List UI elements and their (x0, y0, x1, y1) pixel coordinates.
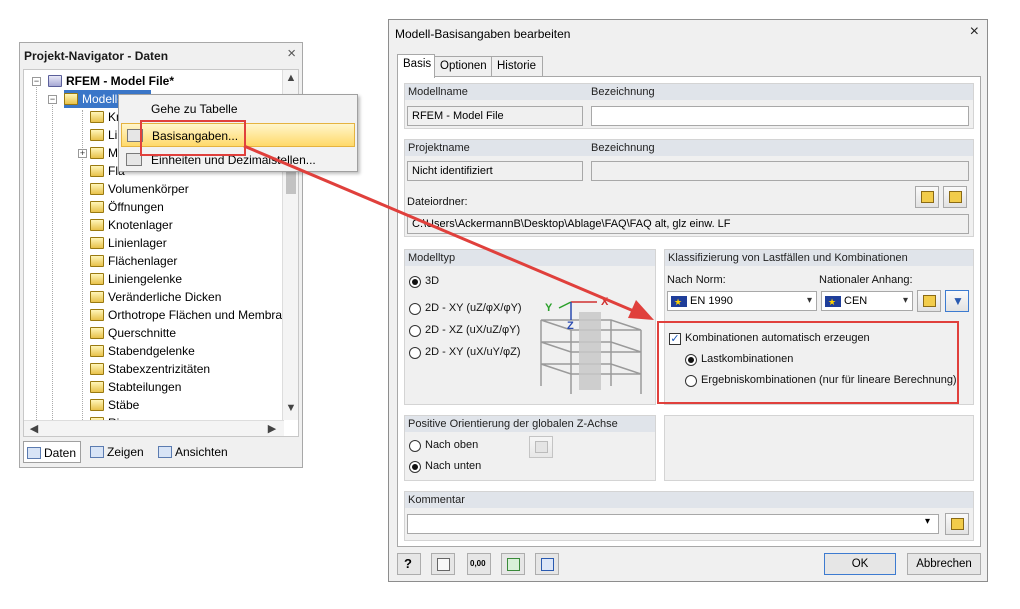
tab-basis[interactable]: Basis (397, 54, 435, 78)
annotation-arrow (243, 144, 654, 320)
